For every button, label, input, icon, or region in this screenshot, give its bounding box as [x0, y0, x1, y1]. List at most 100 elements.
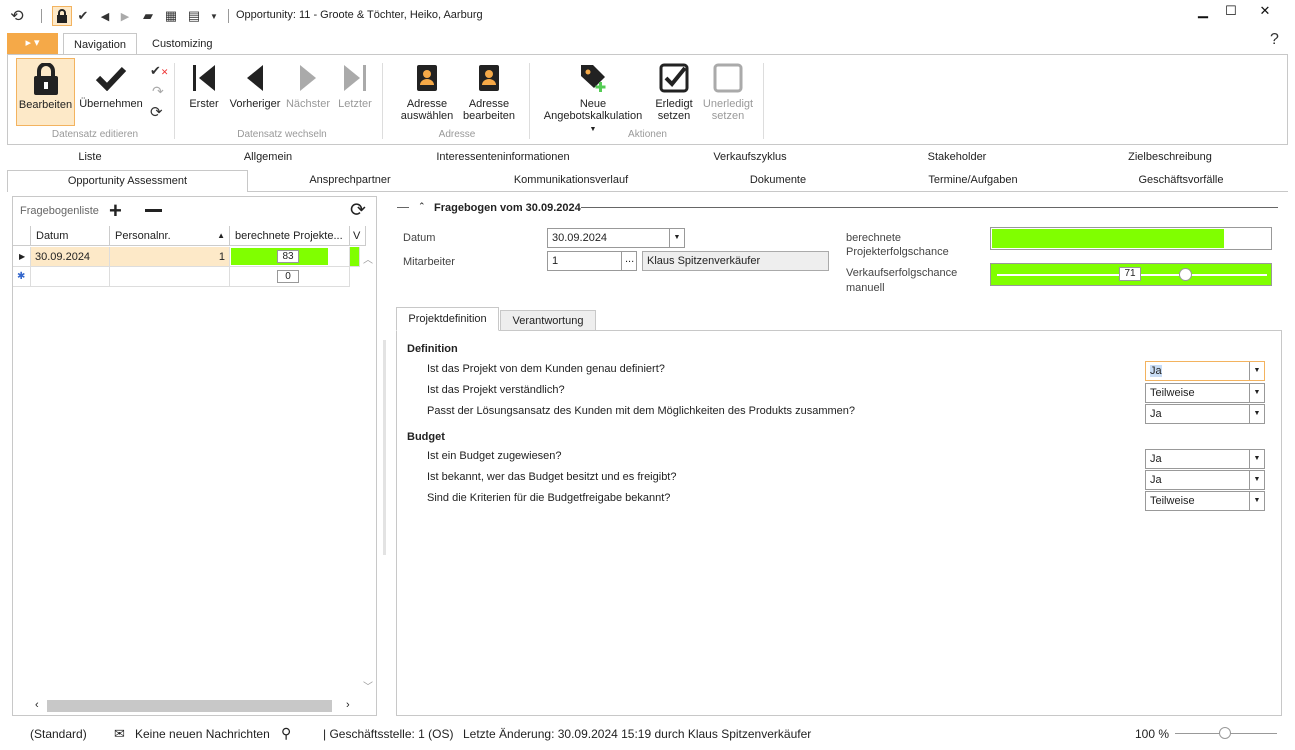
chevron-down-icon[interactable]: ▼	[669, 229, 684, 247]
forward-icon[interactable]: ▶	[117, 8, 133, 24]
question-6: Sind die Kriterien für die Budgetfreigab…	[427, 492, 671, 504]
answer-4-select[interactable]: Ja ▼	[1145, 449, 1265, 469]
scroll-up-icon[interactable]: ︿	[363, 251, 373, 266]
new-calculation-button[interactable]: Neue Angebotskalkulation ▼	[539, 58, 647, 133]
tab-ansprechpartner[interactable]: Ansprechpartner	[290, 174, 410, 186]
tab-allgemein[interactable]: Allgemein	[228, 151, 308, 163]
check-cancel-icon[interactable]: ✔✕	[150, 63, 168, 79]
tab-zielbeschreibung[interactable]: Zielbeschreibung	[1110, 151, 1230, 163]
mark-done-button[interactable]: Erledigt setzen	[653, 58, 695, 126]
app-menu-button[interactable]: ▸ ▾	[7, 33, 58, 54]
undone-label-1: Unerledigt	[702, 98, 754, 110]
tab-verkaufszyklus[interactable]: Verkaufszyklus	[700, 151, 800, 163]
answer-1-select[interactable]: Ja ▼	[1145, 361, 1265, 381]
tab-interessenteninformationen[interactable]: Interessenteninformationen	[418, 151, 588, 163]
edit-address-label-1: Adresse	[468, 98, 510, 110]
minimize-button[interactable]: ▁	[1194, 3, 1212, 19]
done-label-1: Erledigt	[655, 98, 693, 110]
tab-verantwortung[interactable]: Verantwortung	[500, 310, 596, 331]
slider-thumb[interactable]	[1179, 268, 1192, 281]
answer-5-select[interactable]: Ja ▼	[1145, 470, 1265, 490]
refresh-icon[interactable]: ⟳	[350, 199, 366, 222]
cell-date[interactable]: 30.09.2024	[31, 247, 110, 267]
tab-stakeholder[interactable]: Stakeholder	[912, 151, 1002, 163]
section-title: Fragebogen vom 30.09.2024	[434, 202, 581, 214]
cell-new-chance[interactable]: 0	[230, 267, 350, 287]
cell-personal[interactable]: 1	[110, 247, 230, 267]
checkbox-empty-icon	[700, 58, 756, 98]
scroll-thumb[interactable]	[47, 700, 332, 712]
date-field[interactable]: 30.09.2024 ▼	[547, 228, 685, 248]
tab-dokumente[interactable]: Dokumente	[728, 174, 828, 186]
edit-address-label-2: bearbeiten	[463, 110, 515, 122]
previous-button[interactable]: Vorheriger	[227, 58, 283, 126]
last-button[interactable]: Letzter	[334, 58, 376, 126]
vertical-scrollbar[interactable]: ︿ ﹀	[360, 247, 376, 697]
select-address-button[interactable]: Adresse auswählen	[399, 58, 455, 126]
cell-new-personal[interactable]	[110, 267, 230, 287]
tab-geschaeftsvorfaelle[interactable]: Geschäftsvorfälle	[1121, 174, 1241, 186]
tab-navigation[interactable]: Navigation	[63, 33, 137, 55]
chevron-down-icon[interactable]: ▼	[1249, 471, 1264, 489]
horizontal-scrollbar[interactable]: ‹ ›	[13, 697, 360, 715]
column-header-datum[interactable]: Datum	[31, 226, 110, 246]
first-button[interactable]: Erster	[184, 58, 224, 126]
chevron-down-icon[interactable]: ▼	[1249, 362, 1264, 380]
status-messages[interactable]: Keine neuen Nachrichten	[135, 727, 270, 741]
scroll-down-icon[interactable]: ﹀	[363, 678, 373, 693]
cell-v[interactable]	[350, 247, 360, 267]
close-button[interactable]: ✕	[1256, 3, 1274, 19]
document-icon[interactable]: ▤	[186, 8, 202, 24]
calendar-icon[interactable]: ▦	[163, 8, 179, 24]
tab-customizing[interactable]: Customizing	[142, 33, 223, 55]
divider	[228, 9, 229, 23]
next-icon	[284, 58, 332, 98]
chevron-down-icon[interactable]: ▼	[1249, 492, 1264, 510]
answer-2-select[interactable]: Teilweise ▼	[1145, 383, 1265, 403]
dropdown-icon[interactable]: ▼	[206, 8, 222, 24]
add-icon[interactable]: +	[109, 198, 122, 224]
maximize-button[interactable]: ☐	[1222, 3, 1240, 19]
check-icon[interactable]: ✔	[75, 8, 91, 24]
answer-6-select[interactable]: Teilweise ▼	[1145, 491, 1265, 511]
column-header-chance[interactable]: berechnete Projekte...	[230, 226, 350, 246]
help-icon[interactable]: ?	[1270, 31, 1279, 49]
mail-icon[interactable]: ✉	[114, 726, 125, 742]
remove-icon[interactable]	[145, 209, 162, 212]
manual-chance-slider[interactable]: 71	[990, 263, 1272, 286]
history-icon[interactable]: ⟲	[9, 8, 25, 25]
zoom-slider-thumb[interactable]	[1219, 727, 1231, 739]
lock-icon[interactable]	[52, 6, 72, 26]
redo-icon[interactable]: ↷	[152, 83, 164, 100]
scroll-left-icon[interactable]: ‹	[35, 699, 39, 711]
chevron-down-icon[interactable]: ▼	[1249, 405, 1264, 423]
manual-chance-label-2: manuell	[846, 282, 885, 294]
employee-lookup-button[interactable]: ...	[621, 251, 637, 271]
edit-button[interactable]: Bearbeiten	[16, 58, 75, 126]
collapse-icon[interactable]: ⌃	[418, 201, 426, 212]
next-button[interactable]: Nächster	[284, 58, 332, 126]
cell-new-date[interactable]	[31, 267, 110, 287]
chevron-down-icon[interactable]: ▼	[1249, 450, 1264, 468]
cell-chance[interactable]: 83	[230, 247, 350, 267]
tab-kommunikationsverlauf[interactable]: Kommunikationsverlauf	[496, 174, 646, 186]
accept-button[interactable]: Übernehmen	[78, 58, 144, 126]
chat-icon[interactable]: ▰	[140, 8, 156, 24]
employee-field[interactable]: 1	[547, 251, 623, 271]
tab-liste[interactable]: Liste	[60, 151, 120, 163]
scroll-right-icon[interactable]: ›	[346, 699, 350, 711]
answer-3-select[interactable]: Ja ▼	[1145, 404, 1265, 424]
column-header-personalnr[interactable]: Personalnr. ▲	[110, 226, 230, 246]
tab-projektdefinition[interactable]: Projektdefinition	[396, 307, 499, 331]
row-indicator-header	[13, 226, 31, 246]
edit-address-button[interactable]: Adresse bearbeiten	[459, 58, 519, 126]
chevron-down-icon[interactable]: ▼	[1249, 384, 1264, 402]
search-icon[interactable]: ⚲	[281, 725, 291, 742]
back-icon[interactable]: ◀	[97, 8, 113, 24]
mark-undone-button[interactable]: Unerledigt setzen	[700, 58, 756, 126]
undone-label-2: setzen	[711, 110, 745, 122]
column-header-v[interactable]: V	[350, 226, 366, 246]
refresh-icon[interactable]: ⟳	[150, 103, 163, 121]
status-standard[interactable]: (Standard)	[30, 727, 87, 741]
tab-termine-aufgaben[interactable]: Termine/Aufgaben	[913, 174, 1033, 186]
